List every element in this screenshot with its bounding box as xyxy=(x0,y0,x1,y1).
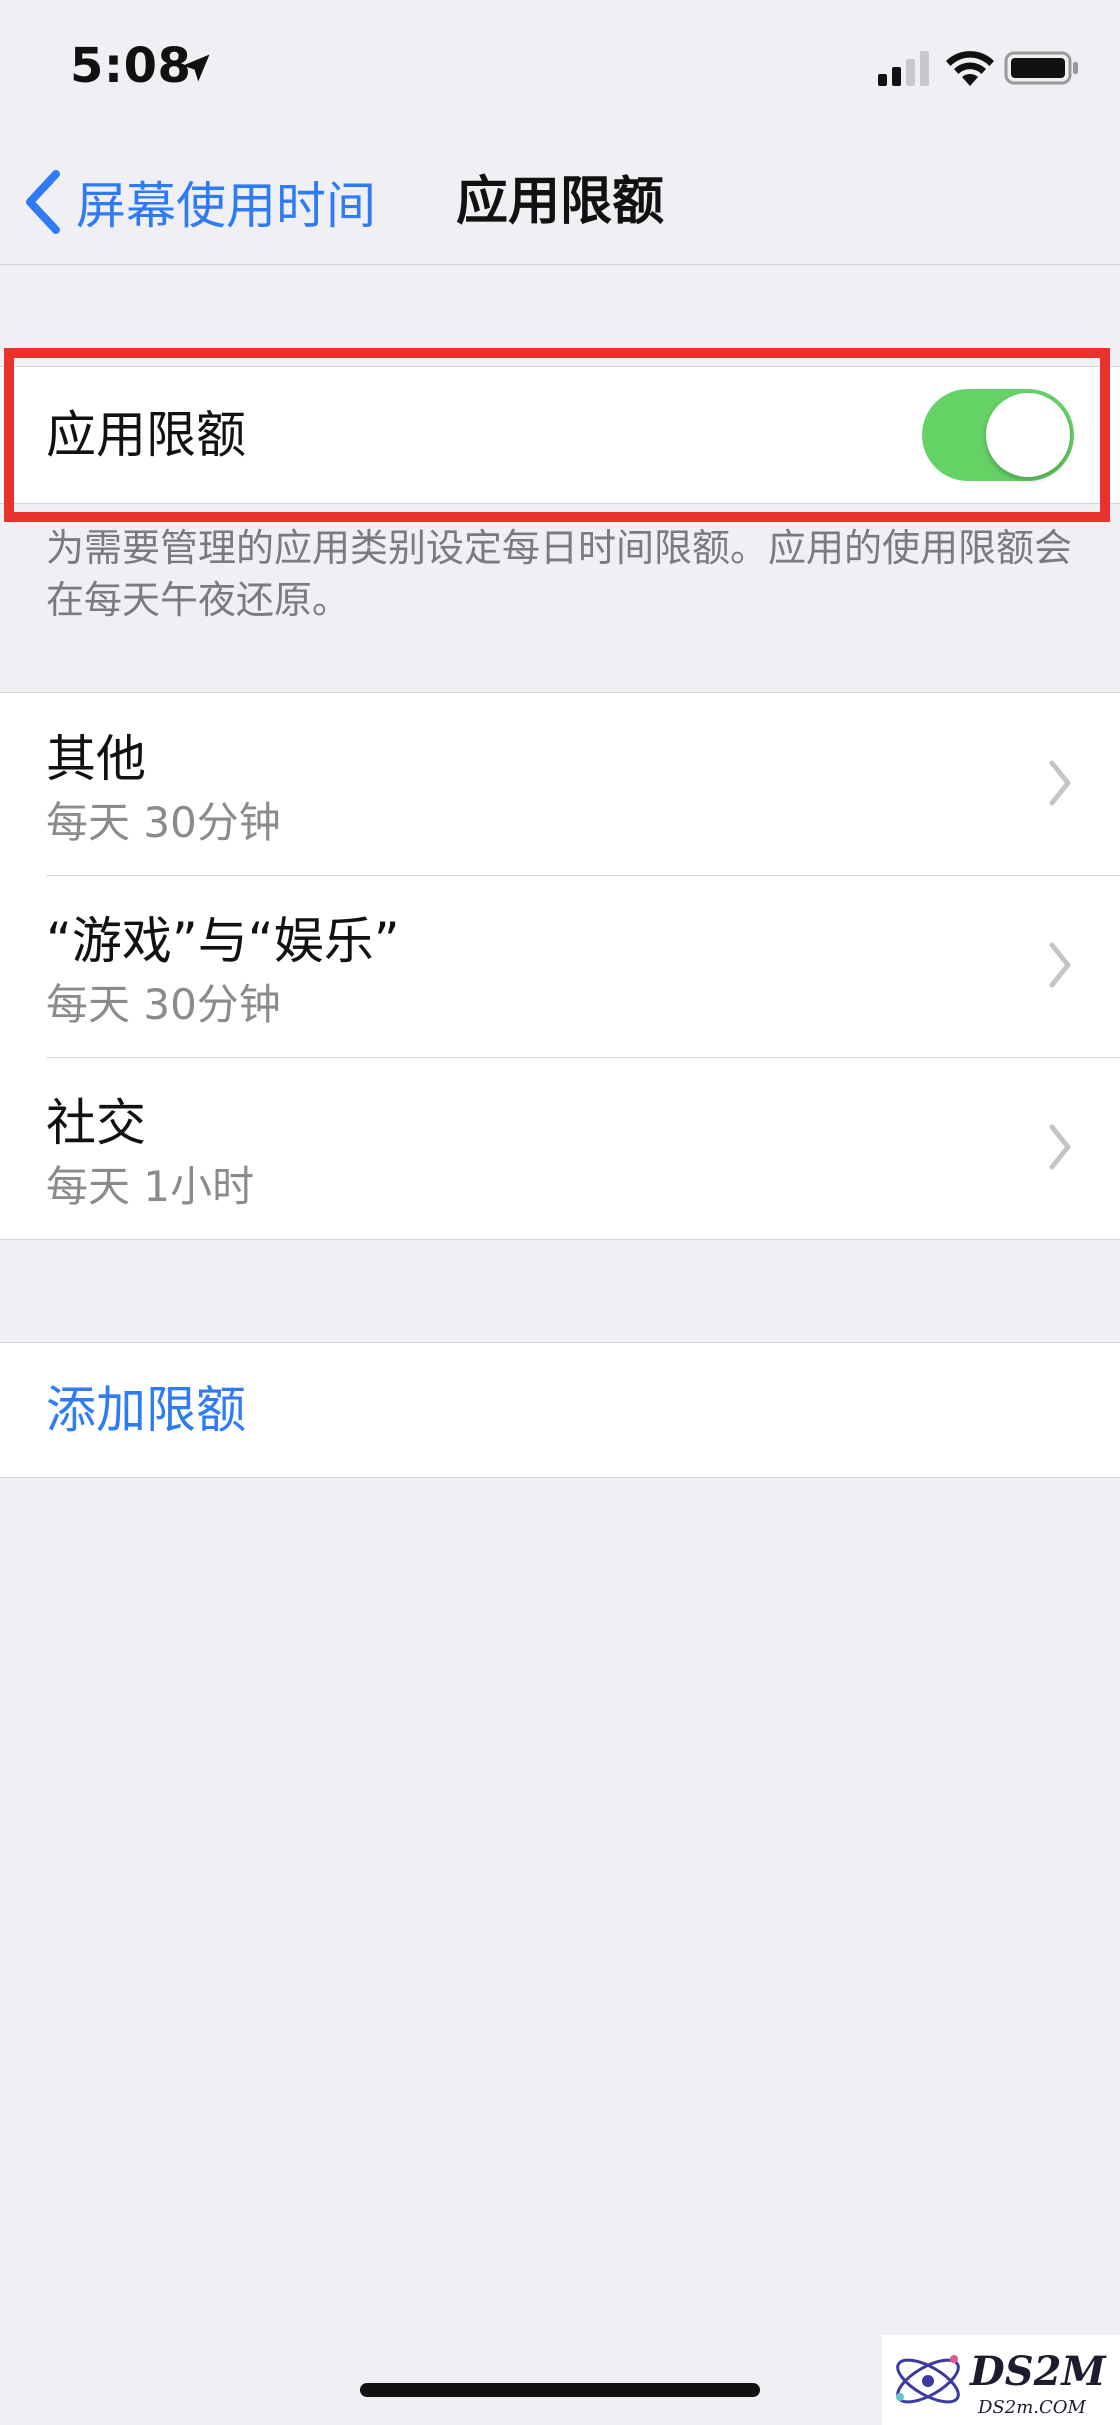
limits-list: 其他 每天 30分钟 “游戏”与“娱乐” 每天 30分钟 社交 每天 1小时 xyxy=(0,692,1120,1240)
watermark-logo: DS2M DS2m.COM xyxy=(882,2335,1120,2425)
ds2m-logo-icon: DS2M DS2m.COM xyxy=(896,2348,1107,2418)
chevron-right-icon xyxy=(1049,760,1071,806)
switch-knob xyxy=(986,393,1070,477)
navigation-bar: 屏幕使用时间 应用限额 xyxy=(0,140,1120,265)
item-title: 社交 xyxy=(46,1094,146,1152)
wifi-icon xyxy=(946,51,994,86)
chevron-right-icon xyxy=(1049,942,1071,988)
svg-text:DS2m.COM: DS2m.COM xyxy=(977,2397,1087,2418)
app-limits-switch[interactable] xyxy=(922,389,1074,481)
screen: 5:08 屏幕使用时间 应用限额 应用限额 为需要管理的应用类别设定每日时间限额… xyxy=(0,0,1120,2425)
list-item-games-entertainment[interactable]: “游戏”与“娱乐” 每天 30分钟 xyxy=(0,875,1120,1057)
svg-text:DS2M: DS2M xyxy=(969,2348,1107,2395)
item-title: 其他 xyxy=(46,730,146,788)
toggle-label: 应用限额 xyxy=(46,406,246,464)
item-detail: 每天 1小时 xyxy=(46,1162,255,1211)
cellular-signal-icon xyxy=(878,51,929,86)
section-footer-note: 为需要管理的应用类别设定每日时间限额。应用的使用限额会在每天午夜还原。 xyxy=(46,526,1073,622)
chevron-right-icon xyxy=(1049,1124,1071,1170)
location-arrow-icon xyxy=(182,54,210,82)
home-indicator[interactable] xyxy=(360,2383,760,2397)
add-limit-label: 添加限额 xyxy=(46,1381,246,1439)
item-detail: 每天 30分钟 xyxy=(46,798,281,847)
item-detail: 每天 30分钟 xyxy=(46,980,281,1029)
list-item-social[interactable]: 社交 每天 1小时 xyxy=(0,1057,1120,1239)
app-limits-toggle-row: 应用限额 xyxy=(0,366,1120,504)
item-title: “游戏”与“娱乐” xyxy=(46,912,400,970)
battery-icon xyxy=(1004,51,1078,85)
add-limit-button[interactable]: 添加限额 xyxy=(0,1342,1120,1478)
status-time: 5:08 xyxy=(70,38,192,94)
list-item-other[interactable]: 其他 每天 30分钟 xyxy=(0,693,1120,875)
status-bar: 5:08 xyxy=(0,0,1120,140)
page-title: 应用限额 xyxy=(455,172,664,232)
